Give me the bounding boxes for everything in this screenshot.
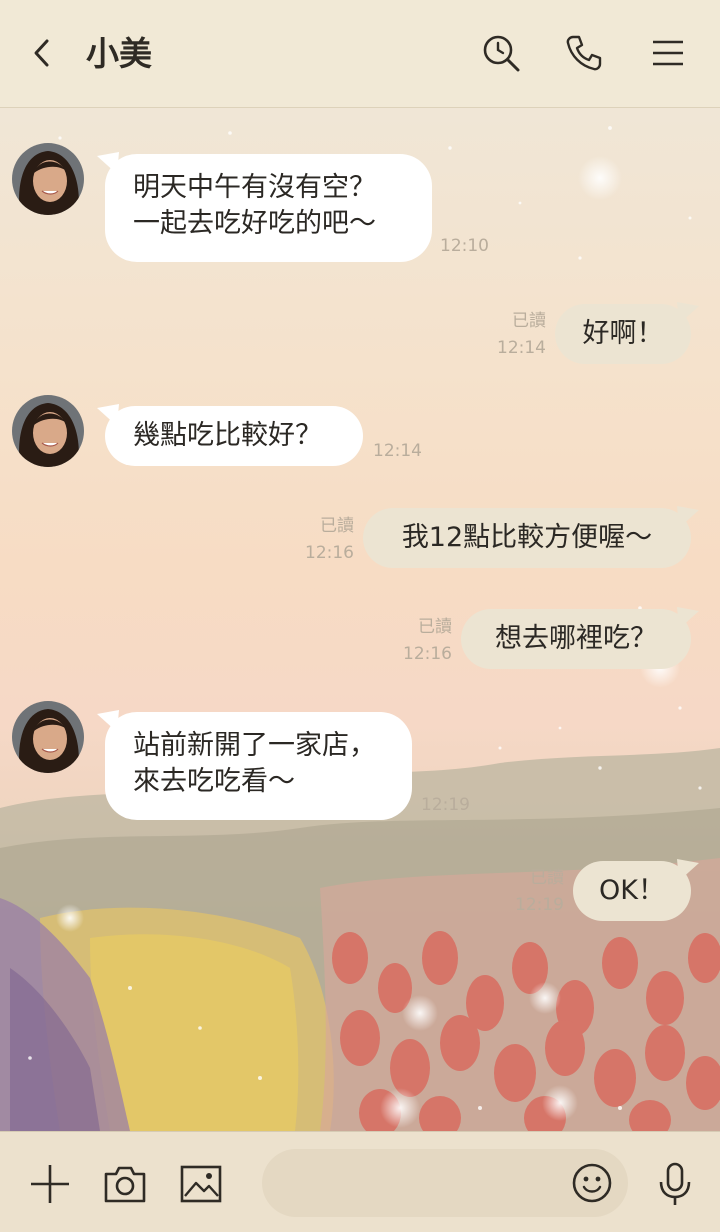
chat-app: 小美 明天中午有沒有空？ 一起去吃好吃的吧～ 12:10 已讀 12:14 好啊…	[0, 0, 720, 1232]
message-text: 想去哪裡吃？	[495, 623, 657, 654]
message-text-line: 來去吃吃看～	[133, 766, 295, 797]
message-bubble-incoming[interactable]: 明天中午有沒有空？ 一起去吃好吃的吧～	[97, 152, 432, 262]
camera-icon	[104, 1166, 146, 1203]
message-bubble-incoming[interactable]: 站前新開了一家店， 來去吃吃看～	[97, 710, 412, 820]
message-time: 12:16	[403, 644, 452, 664]
chat-title: 小美	[86, 34, 152, 73]
message-text: 我12點比較方便喔～	[401, 522, 653, 553]
read-receipt: 已讀	[320, 516, 354, 536]
bubble-tail	[677, 506, 699, 528]
call-button[interactable]	[561, 30, 607, 76]
emoji-icon	[572, 1163, 612, 1203]
back-icon	[34, 39, 49, 67]
read-receipt: 已讀	[512, 311, 546, 331]
message-text-line: 站前新開了一家店，	[133, 730, 376, 761]
message-text-line: 明天中午有沒有空？	[133, 172, 376, 203]
message-time: 12:19	[421, 795, 470, 815]
message-time: 12:14	[497, 338, 546, 358]
message-time: 12:14	[373, 441, 422, 461]
bubble-tail	[97, 152, 119, 174]
chat-area[interactable]: 明天中午有沒有空？ 一起去吃好吃的吧～ 12:10 已讀 12:14 好啊！ 幾…	[0, 108, 720, 1131]
avatar-photo	[12, 395, 84, 467]
search-icon	[483, 35, 520, 72]
message-time: 12:19	[515, 895, 564, 915]
contact-avatar[interactable]	[12, 395, 84, 467]
message-text: 好啊！	[582, 318, 664, 349]
search-button[interactable]	[478, 30, 524, 76]
add-button[interactable]	[25, 1159, 75, 1209]
message-text: OK！	[599, 875, 665, 906]
bubble-tail	[97, 710, 119, 732]
message-time: 12:10	[440, 236, 489, 256]
menu-icon	[653, 40, 683, 66]
message-bubble-outgoing[interactable]: OK！	[573, 859, 699, 921]
message-text-line: 一起去吃好吃的吧～	[133, 208, 376, 239]
chat-header: 小美	[0, 0, 720, 108]
read-receipt: 已讀	[418, 617, 452, 637]
message-bubble-outgoing[interactable]: 想去哪裡吃？	[461, 607, 699, 669]
bubble-tail	[97, 404, 119, 426]
back-button[interactable]	[22, 30, 62, 76]
image-button[interactable]	[176, 1159, 226, 1209]
contact-avatar[interactable]	[12, 701, 84, 773]
avatar-photo	[12, 701, 84, 773]
read-receipt: 已讀	[530, 868, 564, 888]
plus-icon	[31, 1165, 69, 1203]
bubble-tail	[677, 302, 699, 324]
message-bubble-incoming[interactable]: 幾點吃比較好？	[97, 404, 363, 466]
microphone-icon	[659, 1162, 691, 1205]
menu-button[interactable]	[645, 30, 691, 76]
message-input-box[interactable]	[262, 1149, 628, 1217]
image-icon	[180, 1165, 222, 1203]
message-text: 幾點吃比較好？	[133, 420, 322, 451]
bubble-tail	[677, 607, 699, 629]
message-composer	[0, 1131, 720, 1232]
bubble-tail	[677, 859, 699, 881]
message-input[interactable]	[286, 1163, 570, 1205]
voice-button[interactable]	[650, 1159, 700, 1209]
phone-icon	[566, 35, 602, 71]
message-bubble-outgoing[interactable]: 好啊！	[555, 302, 699, 364]
camera-button[interactable]	[100, 1159, 150, 1209]
contact-avatar[interactable]	[12, 143, 84, 215]
avatar-photo	[12, 143, 84, 215]
message-bubble-outgoing[interactable]: 我12點比較方便喔～	[363, 506, 699, 568]
emoji-button[interactable]	[570, 1161, 614, 1205]
message-time: 12:16	[305, 543, 354, 563]
